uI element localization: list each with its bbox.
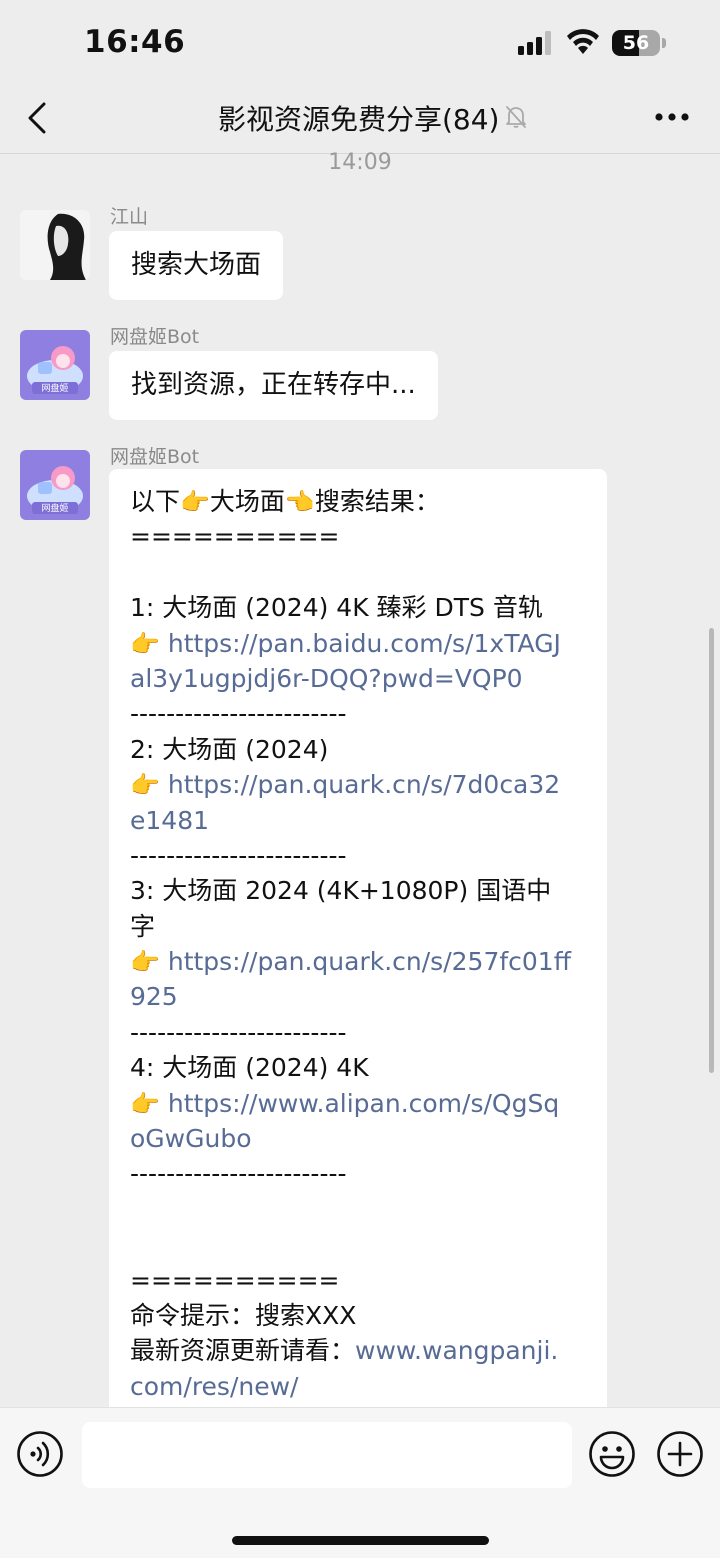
pointing-hand-icon: 👉 (130, 1089, 160, 1118)
chat-header: 影视资源免费分享(84) (0, 84, 720, 154)
pointing-hand-icon: 👉 (130, 771, 160, 800)
message-text: 搜索结果： (314, 487, 440, 516)
resource-link[interactable]: https://pan.quark.cn/s/7d0ca32 (168, 770, 560, 799)
voice-icon[interactable] (16, 1430, 64, 1478)
chat-title: 影视资源免费分享(84) (218, 103, 500, 136)
resource-link[interactable]: https://www.alipan.com/s/QgSq (168, 1089, 559, 1118)
bell-slash-icon (506, 106, 526, 128)
battery-icon: 56 (612, 30, 666, 56)
message-line: 以下👉大场面👈搜索结果： (130, 484, 585, 519)
message-text: 最新资源更新请看： (130, 1336, 356, 1366)
chat-message: 网盘姬 网盘姬Bot 找到资源，正在转存中... (20, 326, 700, 425)
message-line: ------------------------ (130, 1156, 585, 1191)
message-line: 👉 https://pan.quark.cn/s/257fc01ff (130, 944, 585, 979)
message-text: 命令提示：搜索XXX (130, 1300, 357, 1330)
pointing-hand-icon: 👈 (284, 488, 315, 516)
message-line: ------------------------ (130, 696, 585, 731)
home-indicator (232, 1536, 489, 1545)
sender-name: 江山 (110, 206, 149, 228)
avatar[interactable]: 网盘姬 (20, 330, 90, 400)
message-line: 字 (130, 909, 585, 944)
message-line: oGwGubo (130, 1121, 585, 1156)
message-line: ------------------------ (130, 838, 585, 873)
svg-text:网盘姬: 网盘姬 (41, 502, 68, 514)
message-line: 3: 大场面 2024 (4K+1080P) 国语中 (130, 873, 585, 908)
sender-name: 网盘姬Bot (110, 446, 200, 468)
resource-link[interactable]: https://pan.quark.cn/s/257fc01ff (168, 947, 571, 976)
pointing-hand-icon: 👉 (130, 948, 160, 977)
input-bar (0, 1407, 720, 1558)
sender-name: 网盘姬Bot (110, 326, 200, 348)
message-text: ------------------------ (130, 699, 347, 729)
message-text (160, 629, 168, 658)
message-line: 925 (130, 979, 585, 1014)
message-line: 👉 https://pan.baidu.com/s/1xTAGJ (130, 626, 585, 661)
wifi-icon (567, 29, 599, 54)
cellular-signal-icon (518, 31, 551, 55)
message-text: 字 (130, 911, 156, 941)
message-bubble[interactable]: 搜索大场面 (109, 231, 284, 300)
message-text: ========== (130, 1265, 340, 1295)
chevron-left-icon[interactable] (24, 98, 50, 138)
message-bubble[interactable]: 找到资源，正在转存中... (109, 351, 438, 420)
message-text (160, 1089, 168, 1118)
message-line (130, 1192, 585, 1227)
message-line: com/res/new/ (130, 1369, 585, 1404)
resource-link[interactable]: 925 (130, 982, 178, 1011)
status-time: 16:46 (84, 24, 186, 60)
message-line: 1: 大场面 (2024) 4K 臻彩 DTS 音轨 (130, 590, 585, 625)
resource-link[interactable]: oGwGubo (130, 1124, 252, 1153)
ellipsis-icon[interactable] (654, 112, 690, 122)
message-text: ------------------------ (130, 840, 347, 870)
scrollbar[interactable] (709, 628, 714, 1073)
message-line: ========== (130, 519, 585, 554)
message-text: 3: 大场面 2024 (4K+1080P) 国语中 (130, 876, 552, 906)
message-text: 4: 大场面 (2024) 4K (130, 1053, 369, 1083)
resource-link[interactable]: al3y1ugpjdj6r-DQQ?pwd=VQP0 (130, 664, 523, 693)
message-line: 👉 https://pan.quark.cn/s/7d0ca32 (130, 767, 585, 802)
svg-text:网盘姬: 网盘姬 (41, 382, 68, 394)
message-line: ------------------------ (130, 1015, 585, 1050)
message-line: 4: 大场面 (2024) 4K (130, 1050, 585, 1085)
message-line: 👉 https://www.alipan.com/s/QgSq (130, 1086, 585, 1121)
message-text: ========== (130, 522, 340, 552)
resource-link[interactable]: www.wangpanji. (355, 1336, 558, 1365)
plus-circle-icon[interactable] (656, 1430, 704, 1478)
message-line: 最新资源更新请看：www.wangpanji. (130, 1333, 585, 1368)
message-input[interactable] (82, 1422, 572, 1488)
smiley-icon[interactable] (588, 1430, 636, 1478)
resource-link[interactable]: e1481 (130, 806, 209, 835)
message-line: e1481 (130, 803, 585, 838)
pointing-hand-icon: 👉 (130, 629, 160, 658)
message-text: ------------------------ (130, 1159, 347, 1189)
message-line: 2: 大场面 (2024) (130, 732, 585, 767)
message-text (160, 947, 168, 976)
resource-link[interactable]: https://pan.baidu.com/s/1xTAGJ (168, 629, 561, 658)
message-timestamp: 14:09 (328, 150, 392, 175)
chat-message: 江山 搜索大场面 (20, 206, 700, 305)
message-line: ========== (130, 1263, 585, 1298)
avatar[interactable] (20, 210, 90, 280)
message-line: al3y1ugpjdj6r-DQQ?pwd=VQP0 (130, 661, 585, 696)
search-result-bubble[interactable]: 以下👉大场面👈搜索结果： ========== 1: 大场面 (2024) 4K 臻… (109, 469, 607, 1423)
message-text: 1: 大场面 (2024) 4K 臻彩 DTS 音轨 (130, 593, 543, 623)
message-text (160, 770, 168, 799)
message-line (130, 1227, 585, 1262)
pointing-hand-icon: 👉 (180, 488, 210, 516)
resource-link[interactable]: com/res/new/ (130, 1372, 298, 1401)
message-text: ------------------------ (130, 1017, 347, 1047)
battery-level: 56 (622, 32, 650, 54)
message-text: 2: 大场面 (2024) (130, 734, 329, 764)
message-line: 命令提示：搜索XXX (130, 1298, 585, 1333)
avatar[interactable]: 网盘姬 (20, 450, 90, 520)
message-text: 以下 (130, 487, 181, 516)
message-text: 大场面 (209, 487, 285, 516)
message-line (130, 555, 585, 590)
status-bar: 16:46 56 (0, 0, 720, 84)
